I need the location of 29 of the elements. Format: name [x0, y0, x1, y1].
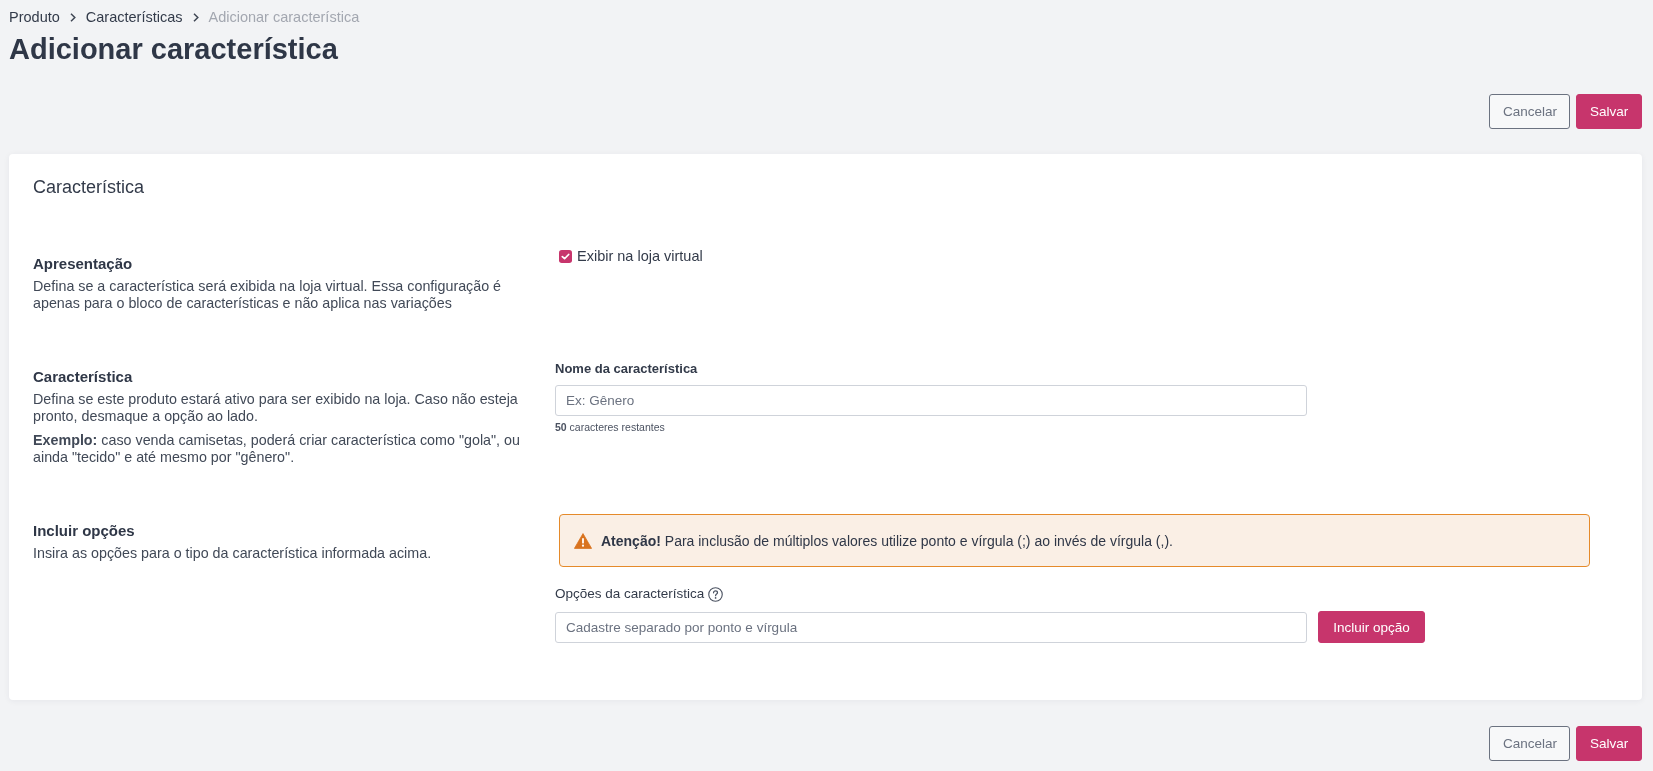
section-description: Exemplo: caso venda camisetas, poderá criar característica como "gola", ou ainda "tecido" e até mesmo por "gênero". [33, 432, 521, 466]
breadcrumb-item[interactable]: Produto [9, 9, 60, 25]
breadcrumb-item[interactable]: Características [85, 9, 183, 25]
checkbox-label[interactable]: Exibir na loja virtual [577, 247, 703, 265]
section-heading: Apresentação [33, 254, 134, 274]
page-title: Adicionar característica [9, 32, 339, 67]
cancel-button[interactable]: Cancelar [1489, 94, 1570, 129]
add-option-button[interactable]: Incluir opção [1318, 611, 1425, 643]
section-heading: Incluir opções [33, 521, 136, 541]
text-input[interactable]: Cadastre separado por ponto e vírgula [555, 611, 1307, 643]
chevron-right-icon [192, 12, 199, 22]
section-description: Defina se este produto estará ativo para ser exibido na loja. Caso não esteja pronto, desmaque a opção ao lado. [33, 391, 519, 425]
text-input[interactable]: Ex: Gênero [555, 385, 1307, 416]
section-description: Insira as opções para o tipo da característica informada acima. [33, 545, 433, 562]
cancel-button[interactable]: Cancelar [1489, 726, 1570, 761]
section-heading: Característica [33, 367, 134, 387]
breadcrumb-item: Adicionar característica [208, 9, 360, 25]
save-button[interactable]: Salvar [1576, 726, 1642, 761]
field-label: Opções da característica [555, 585, 705, 603]
save-button[interactable]: Salvar [1576, 94, 1642, 129]
character-count: 50 caracteres restantes [555, 420, 666, 434]
chevron-right-icon [69, 12, 76, 22]
section-description: Defina se a característica será exibida na loja virtual. Essa configuração é apenas para o bloco de características e não aplica nas variações [33, 278, 503, 312]
warning-icon [574, 532, 592, 549]
checkbox[interactable] [559, 249, 572, 263]
alert-message: Atenção! Para inclusão de múltiplos valores utilize ponto e vírgula (;) ao invés de vírgula (,). [601, 532, 1173, 549]
card-title: Característica [33, 176, 146, 199]
help-icon[interactable] [708, 586, 724, 602]
field-label: Nome da característica [555, 360, 699, 378]
